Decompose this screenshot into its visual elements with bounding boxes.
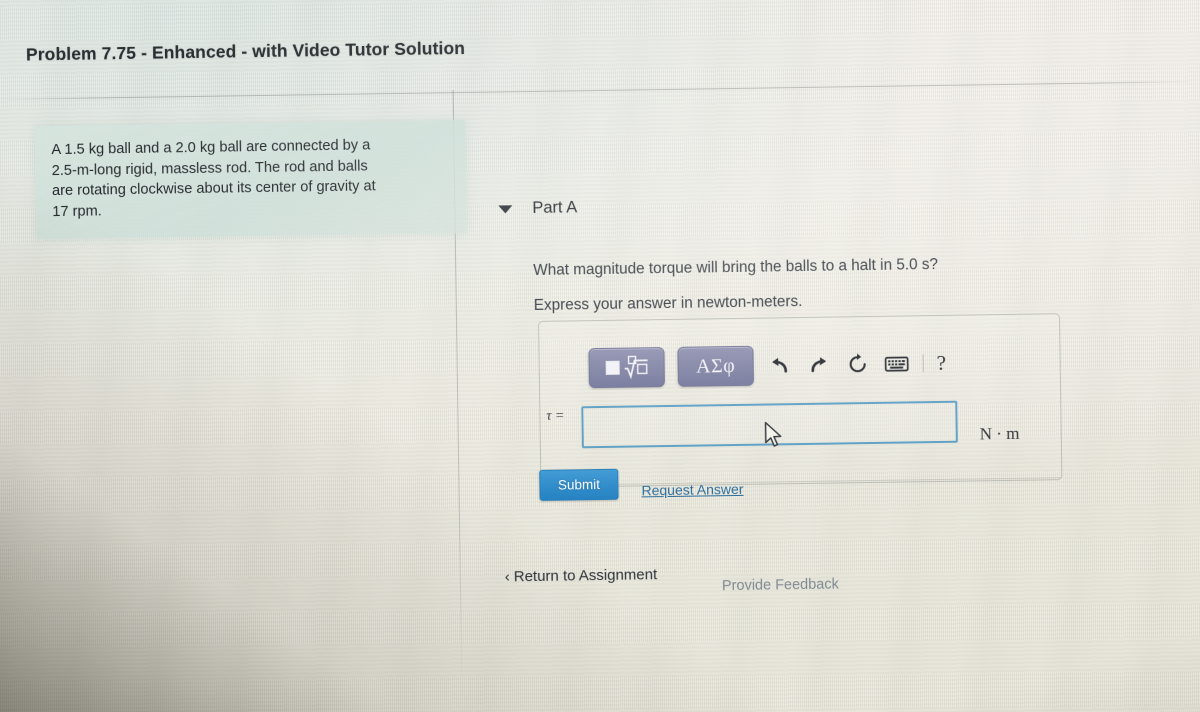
answer-variable-label: τ = [546, 408, 565, 424]
problem-statement-text: A 1.5 kg ball and a 2.0 kg ball are conn… [51, 134, 452, 223]
greek-letters-button[interactable]: ΑΣφ [677, 345, 754, 387]
answer-unit-label: N · m [979, 423, 1020, 444]
screenshot-root: Problem 7.75 - Enhanced - with Video Tut… [0, 0, 1200, 712]
chevron-left-icon: ‹ [504, 568, 510, 586]
header-divider [0, 81, 1197, 100]
part-a-header[interactable]: Part A [498, 198, 577, 218]
template-radical-icon [605, 355, 648, 380]
page-title: Problem 7.75 - Enhanced - with Video Tut… [25, 37, 466, 65]
problem-statement-panel: A 1.5 kg ball and a 2.0 kg ball are conn… [35, 119, 467, 240]
request-answer-link[interactable]: Request Answer [641, 481, 743, 499]
part-a-label: Part A [532, 198, 578, 217]
template-radical-button[interactable] [588, 347, 665, 389]
math-toolbar: ΑΣφ ? [588, 343, 946, 389]
toolbar-divider [922, 354, 924, 373]
question-text: What magnitude torque will bring the bal… [533, 255, 939, 279]
answer-card [538, 313, 1063, 488]
problem-line-3: are rotating clockwise about its center … [51, 178, 376, 200]
problem-line-4: 17 rpm. [52, 203, 102, 221]
return-to-assignment-link[interactable]: ‹ Return to Assignment [505, 566, 658, 585]
keyboard-icon[interactable] [883, 350, 909, 376]
return-to-assignment-label: Return to Assignment [513, 566, 658, 586]
provide-feedback-link[interactable]: Provide Feedback [722, 576, 839, 594]
caret-down-icon[interactable] [498, 204, 513, 213]
page-content-plane: Problem 7.75 - Enhanced - with Video Tut… [0, 0, 1200, 712]
problem-line-1: A 1.5 kg ball and a 2.0 kg ball are conn… [51, 137, 371, 159]
answer-input[interactable] [581, 400, 958, 449]
reset-circular-arrow-icon[interactable] [844, 351, 870, 377]
redo-arrow-icon[interactable] [805, 352, 831, 378]
answer-instruction-text: Express your answer in newton-meters. [533, 292, 803, 314]
submit-button[interactable]: Submit [539, 468, 619, 501]
help-question-mark-icon[interactable]: ? [936, 350, 946, 375]
greek-letters-label: ΑΣφ [695, 354, 736, 378]
problem-line-2: 2.5-m-long rigid, massless rod. The rod … [51, 158, 368, 179]
undo-arrow-icon[interactable] [766, 352, 792, 378]
